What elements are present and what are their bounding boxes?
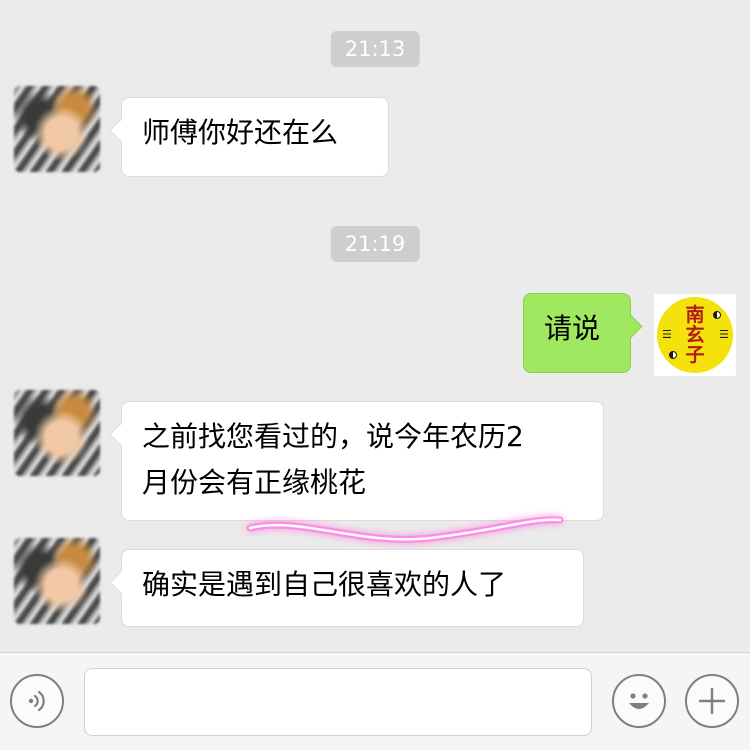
voice-icon — [28, 690, 45, 712]
emoji-icon — [629, 693, 649, 709]
plus-icon — [698, 687, 726, 715]
contact-avatar[interactable] — [14, 538, 100, 624]
received-message-bubble[interactable]: 确实是遇到自己很喜欢的人了 — [121, 549, 584, 627]
contact-avatar[interactable] — [14, 86, 100, 172]
yin-yang-icon — [713, 311, 721, 319]
logo-char: 子 — [685, 344, 705, 366]
timestamp: 21:19 — [330, 226, 420, 262]
message-input[interactable] — [84, 668, 592, 736]
input-bar — [0, 652, 750, 750]
more-button[interactable] — [685, 674, 739, 728]
message-text: 确实是遇到自己很喜欢的人了 — [142, 568, 507, 601]
timestamp: 21:13 — [330, 31, 420, 67]
voice-button[interactable] — [10, 674, 64, 728]
sent-message-bubble[interactable]: 请说 — [523, 293, 631, 373]
chat-area[interactable]: 21:13 师傅你好还在么 21:19 请说 南 玄 子 ☰ ☰ 之前找您看过的… — [0, 0, 750, 652]
trigram-icon: ☰ — [719, 328, 729, 341]
trigram-icon: ☰ — [662, 328, 672, 341]
received-message-bubble[interactable]: 之前找您看过的，说今年农历2 月份会有正缘桃花 — [121, 401, 604, 521]
emoji-button[interactable] — [612, 674, 666, 728]
logo-char: 玄 — [685, 324, 705, 346]
yin-yang-icon — [669, 351, 677, 359]
logo-char: 南 — [685, 304, 705, 326]
message-text-line: 之前找您看过的，说今年农历2 — [142, 420, 524, 453]
contact-avatar[interactable] — [14, 390, 100, 476]
logo-emblem: 南 玄 子 ☰ ☰ — [657, 297, 733, 373]
received-message-bubble[interactable]: 师傅你好还在么 — [121, 97, 389, 177]
message-text: 请说 — [544, 312, 601, 345]
message-text-line: 月份会有正缘桃花 — [142, 466, 367, 499]
message-text: 师傅你好还在么 — [142, 116, 339, 149]
user-avatar-logo[interactable]: 南 玄 子 ☰ ☰ — [654, 294, 736, 376]
